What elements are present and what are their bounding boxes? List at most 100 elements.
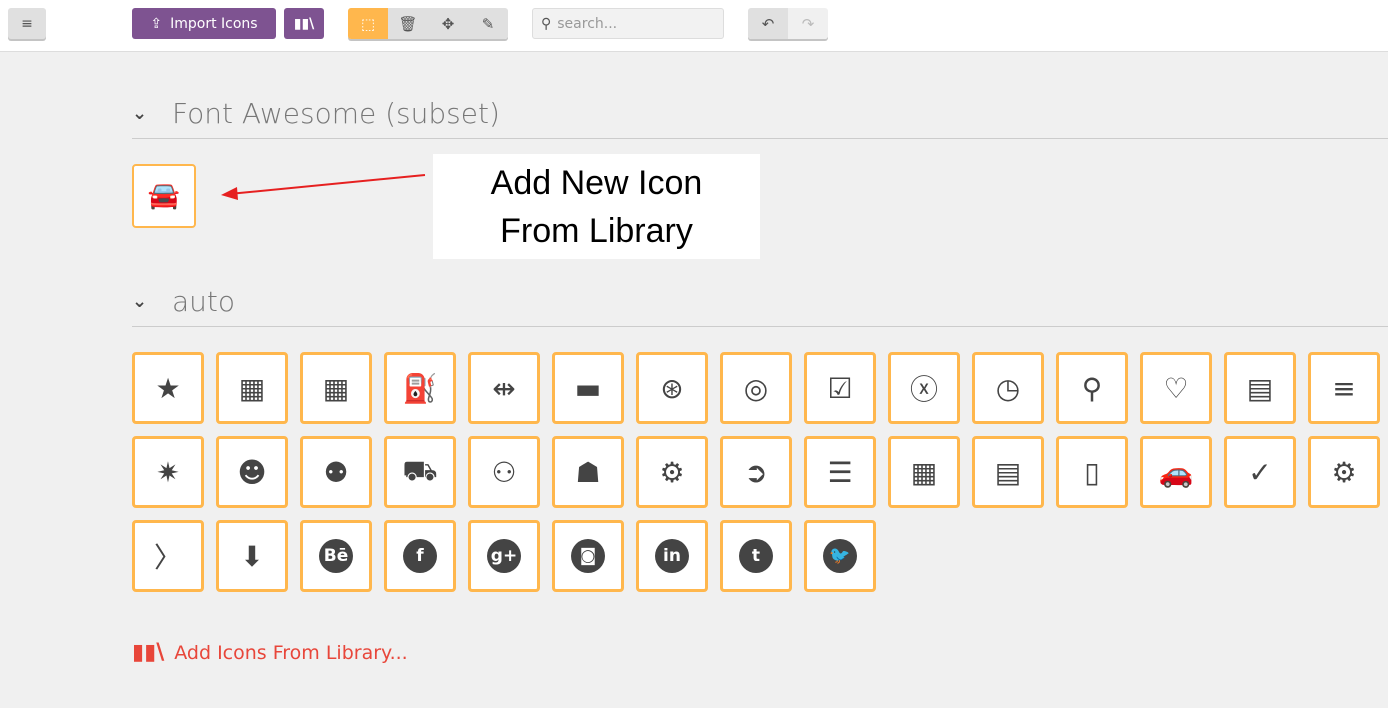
icon-tile-tumblr[interactable]: t <box>720 520 792 592</box>
redo-button[interactable]: ↷ <box>788 8 828 39</box>
icon-tile-car-side[interactable]: 🚗 <box>1140 436 1212 508</box>
icon-tile-behance[interactable]: Bē <box>300 520 372 592</box>
icon-tile-team[interactable]: ⚉ <box>300 436 372 508</box>
instagram-icon: ◙ <box>571 539 605 573</box>
chevron-right-icon: 〉 <box>153 541 182 574</box>
calendar-edit-icon: ▦ <box>322 371 350 405</box>
books-icon: ▮▮\ <box>293 15 315 32</box>
move-mode-button[interactable]: ✥ <box>428 8 468 39</box>
brake-disc-icon: ◎ <box>743 371 769 405</box>
icon-tile-arrow-down[interactable]: ⬇ <box>216 520 288 592</box>
import-icons-button[interactable]: ⇪ Import Icons <box>132 8 276 39</box>
wheel-icon: ⊛ <box>660 371 684 405</box>
icon-tile-car-front[interactable]: ⛟ <box>384 436 456 508</box>
search-input[interactable]: ⚲ search... <box>532 8 724 39</box>
comment-icon: ▤ <box>1246 371 1274 405</box>
battery-icon: ▬ <box>574 371 602 405</box>
gear-icon: ⚙ <box>659 455 685 489</box>
behance-icon: Bē <box>319 539 353 573</box>
chevron-down-icon: ⌄ <box>132 290 148 312</box>
icon-tile-battery[interactable]: ▬ <box>552 352 624 424</box>
icon-tile-calendar[interactable]: ▦ <box>216 352 288 424</box>
icon-tile-gear[interactable]: ⚙ <box>636 436 708 508</box>
icon-tile-wheel[interactable]: ⊛ <box>636 352 708 424</box>
icon-tile-checklist-document[interactable]: ☑ <box>804 352 876 424</box>
menu-button[interactable]: ≡ <box>8 8 46 39</box>
icon-tile-car[interactable]: 🚘 <box>132 164 196 228</box>
icon-tile-clock[interactable]: ◷ <box>972 352 1044 424</box>
icon-tile-star[interactable]: ★ <box>132 352 204 424</box>
map-marker-icon: ⚲ <box>1081 371 1103 405</box>
align-left-icon: ☰ <box>827 455 853 489</box>
heart-icon: ♡ <box>1163 371 1189 405</box>
icon-tile-user-suit[interactable]: ☗ <box>552 436 624 508</box>
icon-tile-brake-disc[interactable]: ◎ <box>720 352 792 424</box>
hamburger-icon: ≡ <box>21 15 33 32</box>
icon-tile-party-popper[interactable]: ✷ <box>132 436 204 508</box>
history-toolbar: ↶ ↷ <box>748 8 828 39</box>
party-popper-icon: ✷ <box>156 455 180 489</box>
annotation-callout: Add New Icon From Library <box>433 154 760 259</box>
icon-tile-clipboard[interactable]: ▤ <box>972 436 1044 508</box>
annotation-arrow <box>221 174 426 200</box>
icon-tile-calculator[interactable]: ▦ <box>888 436 960 508</box>
add-icons-from-library-link[interactable]: ▮▮\ Add Icons From Library... <box>132 640 408 665</box>
chevron-down-icon: ⌄ <box>132 102 148 124</box>
bars-icon: ≡ <box>1332 371 1356 405</box>
books-icon: ▮▮\ <box>132 640 165 665</box>
search-icon: ⚲ <box>541 15 552 32</box>
upload-icon: ⇪ <box>150 15 163 32</box>
arrow-down-icon: ⬇ <box>240 539 264 573</box>
icon-tile-map-marker[interactable]: ⚲ <box>1056 352 1128 424</box>
icon-tile-tire-alignment[interactable]: ⇹ <box>468 352 540 424</box>
icon-tile-users[interactable]: ⚇ <box>468 436 540 508</box>
team-icon: ⚉ <box>323 455 349 489</box>
calendar-icon: ▦ <box>238 371 266 405</box>
icon-tile-chevron-right[interactable]: 〉 <box>132 520 204 592</box>
icon-tile-instagram[interactable]: ◙ <box>552 520 624 592</box>
linkedin-icon: in <box>655 539 689 573</box>
delete-mode-button[interactable]: 🗑 <box>388 8 428 39</box>
facebook-icon: f <box>403 539 437 573</box>
star-icon: ★ <box>155 371 181 405</box>
user-suit-icon: ☗ <box>575 455 601 489</box>
section-header-auto[interactable]: ⌄ auto <box>132 276 1388 327</box>
check-icon: ✓ <box>1248 455 1272 489</box>
close-circle-icon: ⓧ <box>909 373 938 406</box>
icon-tile-close-circle[interactable]: ⓧ <box>888 352 960 424</box>
icon-tile-comment[interactable]: ▤ <box>1224 352 1296 424</box>
icon-tile-bars[interactable]: ≡ <box>1308 352 1380 424</box>
clock-icon: ◷ <box>995 371 1021 405</box>
icon-tile-gear-check[interactable]: ⚙ <box>1308 436 1380 508</box>
icon-tile-heart[interactable]: ♡ <box>1140 352 1212 424</box>
car-side-icon: 🚗 <box>1158 455 1194 489</box>
checklist-document-icon: ☑ <box>827 371 853 405</box>
edit-mode-button[interactable]: ✎ <box>468 8 508 39</box>
icon-tile-check[interactable]: ✓ <box>1224 436 1296 508</box>
car-icon: 🚘 <box>147 181 181 211</box>
mode-toolbar: ⬚ 🗑 ✥ ✎ <box>348 8 508 39</box>
icon-tile-google-plus[interactable]: g+ <box>468 520 540 592</box>
icon-tile-calendar-edit[interactable]: ▦ <box>300 352 372 424</box>
car-front-icon: ⛟ <box>402 453 438 487</box>
tumblr-icon: t <box>739 539 773 573</box>
calculator-icon: ▦ <box>910 455 938 489</box>
google-plus-icon: g+ <box>487 539 521 573</box>
icon-tile-certificate-document[interactable]: ▯ <box>1056 436 1128 508</box>
icon-tile-align-left[interactable]: ☰ <box>804 436 876 508</box>
oil-can-icon: ⛽ <box>402 371 438 405</box>
tire-alignment-icon: ⇹ <box>492 371 516 405</box>
icon-tile-arrow-circle-right[interactable]: ➲ <box>720 436 792 508</box>
arrow-circle-right-icon: ➲ <box>744 455 768 489</box>
library-button[interactable]: ▮▮\ <box>284 8 324 39</box>
select-mode-button[interactable]: ⬚ <box>348 8 388 39</box>
undo-button[interactable]: ↶ <box>748 8 788 39</box>
clipboard-icon: ▤ <box>994 455 1022 489</box>
icon-tile-oil-can[interactable]: ⛽ <box>384 352 456 424</box>
icon-tile-linkedin[interactable]: in <box>636 520 708 592</box>
icon-tile-facebook[interactable]: f <box>384 520 456 592</box>
icon-tile-mechanic[interactable]: ☻ <box>216 436 288 508</box>
icon-tile-twitter[interactable]: 🐦 <box>804 520 876 592</box>
section-header-font-awesome[interactable]: ⌄ Font Awesome (subset) <box>132 88 1388 139</box>
certificate-document-icon: ▯ <box>1084 455 1100 489</box>
